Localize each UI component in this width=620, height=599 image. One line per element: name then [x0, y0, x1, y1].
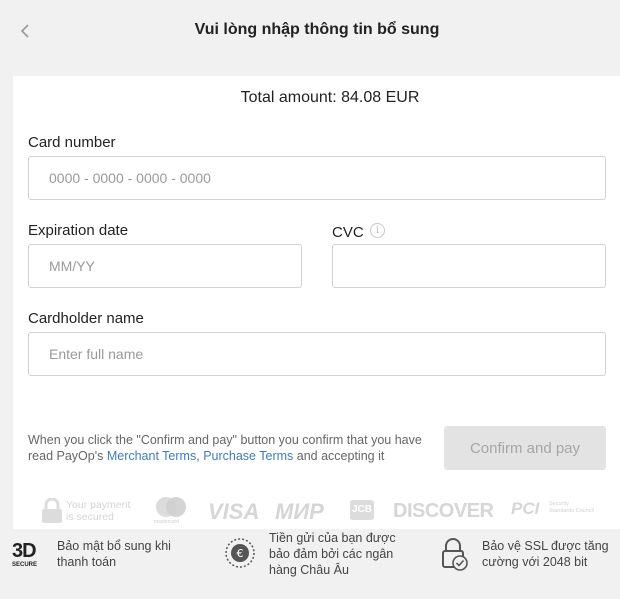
mir-logo: МИР [275, 499, 324, 524]
footer-text-deposit: Tiền gửi của bạn được bảo đảm bởi các ng… [269, 531, 396, 577]
secured-text-line-2: is secured [66, 511, 114, 523]
3d-secure-icon-big: 3D [12, 540, 37, 562]
cvc-label: CVC [332, 224, 364, 241]
cardholder-name-label: Cardholder name [28, 310, 144, 327]
visa-logo: VISA [208, 499, 260, 524]
payment-form: Total amount: 84.08 EUR Card number Expi… [13, 76, 620, 529]
merchant-terms-link[interactable]: Merchant Terms [107, 449, 196, 463]
page-title: Vui lòng nhập thông tin bổ sung [194, 21, 440, 38]
euro-shield-icon: € [225, 538, 255, 568]
3d-secure-icon-small: SECURE [12, 562, 38, 568]
legal-notice: When you click the "Confirm and pay" but… [28, 432, 428, 464]
mastercard-text: mastercard [154, 519, 180, 525]
secured-text: Your payment is secured [66, 499, 130, 523]
payment-logos: Your payment is secured mastercard VISA … [13, 494, 620, 529]
card-number-label: Card number [28, 134, 116, 151]
svg-text:€: € [237, 547, 244, 560]
pci-subtext-line-1: Security [549, 501, 569, 507]
secured-text-line-1: Your payment [66, 499, 131, 511]
expiration-date-label: Expiration date [28, 222, 129, 239]
footer: 3D SECURE Bảo mật bổ sung khi thanh toán… [0, 529, 620, 599]
pci-logo: PCI [511, 499, 540, 518]
info-icon[interactable]: i [370, 223, 385, 238]
header: Vui lòng nhập thông tin bổ sung [0, 0, 620, 74]
mastercard-logo [156, 497, 186, 517]
total-amount: Total amount: 84.08 EUR [13, 89, 620, 107]
discover-logo: DISCOVER [393, 500, 494, 522]
cardholder-name-input[interactable] [28, 332, 606, 376]
expiration-date-input[interactable] [28, 244, 302, 288]
footer-text-ssl: Bảo vệ SSL được tăng cường với 2048 bit [482, 539, 609, 569]
pci-subtext-line-2: Standards Council [549, 508, 594, 514]
jcb-logo: JCB [350, 500, 374, 520]
total-amount-value: 84.08 EUR [341, 89, 420, 106]
legal-text-after: and accepting it [293, 449, 385, 463]
purchase-terms-link[interactable]: Purchase Terms [203, 449, 293, 463]
confirm-and-pay-button[interactable]: Confirm and pay [444, 426, 606, 470]
3d-secure-icon: 3D SECURE [12, 540, 38, 568]
secured-lock-icon [42, 498, 62, 523]
pci-subtext: Security Standards Council [549, 501, 594, 515]
legal-comma: , [196, 449, 200, 463]
total-amount-label: Total amount: [240, 89, 337, 106]
ssl-lock-icon [442, 538, 468, 571]
cvc-input[interactable] [332, 244, 606, 288]
footer-text-3d-secure: Bảo mật bổ sung khi thanh toán [57, 539, 171, 569]
card-number-input[interactable] [28, 156, 606, 200]
